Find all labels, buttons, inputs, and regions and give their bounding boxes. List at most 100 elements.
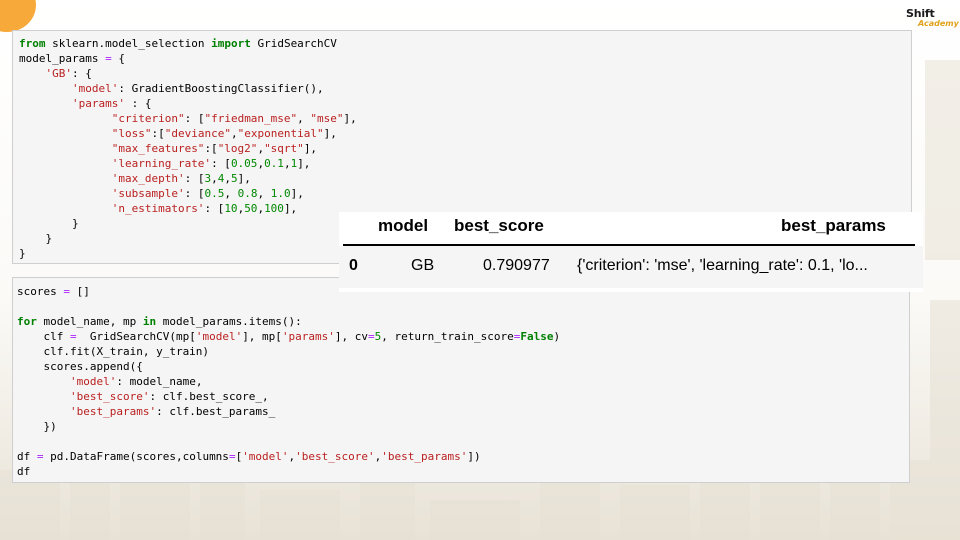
code-token: "criterion" [111, 112, 185, 125]
code-token: ], [343, 112, 357, 125]
code-token: GridSearchCV(mp[ [76, 330, 196, 343]
code-token: 1.0 [270, 187, 291, 200]
code-token: = [63, 285, 70, 298]
code-token: : GradientBoostingClassifier(), [118, 82, 324, 95]
code-token: for [17, 315, 37, 328]
code-line: for model_name, mp in model_params.items… [17, 314, 909, 329]
code-token: "friedman_mse" [204, 112, 298, 125]
column-header-best-score: best_score [454, 216, 544, 235]
code-line: 'best_score': clf.best_score_, [17, 389, 909, 404]
code-token: , [224, 187, 238, 200]
code-token: : { [72, 67, 92, 80]
code-token: : [ [204, 202, 225, 215]
code-token: 'params' [71, 97, 125, 110]
code-token: : [ [184, 187, 205, 200]
code-token: GridSearchCV [250, 37, 337, 50]
code-line: 'model': model_name, [17, 374, 909, 389]
code-line: "max_features":["log2","sqrt"], [19, 141, 911, 156]
dataframe-header: model best_score best_params [339, 212, 923, 245]
code-token: clf [17, 330, 70, 343]
code-token: clf.fit(X_train, y_train) [17, 345, 210, 358]
row-index: 0 [349, 257, 358, 274]
code-token: model_params.items(): [156, 315, 302, 328]
code-token: 10 [224, 202, 238, 215]
code-token: model_params [19, 52, 106, 65]
code-token: 'GB' [45, 67, 73, 80]
code-token: from [19, 37, 46, 50]
code-token: , [230, 127, 238, 140]
code-token: : { [124, 97, 152, 110]
code-token: 'learning_rate' [111, 157, 212, 170]
code-token: 0.5 [204, 187, 225, 200]
code-token: : model_name, [116, 375, 203, 388]
code-line: 'model': GradientBoostingClassifier(), [19, 81, 911, 96]
code-cell-grid-search[interactable]: scores = [] for model_name, mp in model_p… [12, 277, 910, 483]
code-token: 100 [264, 202, 284, 215]
code-token: = [69, 330, 77, 343]
code-token: ], [297, 157, 311, 170]
code-token: 'best_score' [69, 390, 150, 403]
shift-academy-logo: Shift Academy [906, 8, 959, 30]
code-line: clf.fit(X_train, y_train) [17, 344, 909, 359]
code-token: "log2" [217, 142, 258, 155]
code-token: ], [323, 127, 337, 140]
code-token: = [105, 52, 112, 65]
code-token: 5 [230, 172, 238, 185]
code-token: : [ [184, 172, 205, 185]
code-token: model_name, mp [36, 315, 143, 328]
code-token: 'model' [242, 450, 289, 463]
code-token: :[ [151, 127, 165, 140]
code-token: ], [283, 202, 298, 215]
code-token: scores.append({ [17, 360, 143, 373]
code-token: } [19, 217, 79, 230]
code-token: 'model' [69, 375, 117, 388]
code-token: df [17, 465, 31, 478]
code-line: clf = GridSearchCV(mp['model'], mp['para… [17, 329, 909, 344]
column-header-best-params: best_params [781, 216, 886, 235]
code-token: False [520, 330, 554, 343]
code-token: import [211, 37, 251, 50]
code-token: , [257, 187, 271, 200]
code-token: = [368, 330, 375, 343]
code-line: df [17, 464, 909, 479]
code-token: : [ [184, 112, 205, 125]
code-token: } [19, 232, 53, 245]
code-token: : [ [211, 157, 231, 170]
code-token: scores [17, 285, 64, 298]
code-line: scores.append({ [17, 359, 909, 374]
code-line: }) [17, 419, 909, 434]
code-token: , [283, 157, 291, 170]
code-line: from sklearn.model_selection import Grid… [19, 36, 911, 51]
code-token: sklearn.model_selection [45, 37, 212, 50]
code-token: : clf.best_params_ [156, 405, 276, 418]
code-token: 50 [244, 202, 258, 215]
code-token: "deviance" [164, 127, 231, 140]
code-token: = [228, 450, 236, 463]
code-token: 'n_estimators' [111, 202, 205, 215]
code-token: }) [17, 420, 57, 433]
code-token: ], [303, 142, 318, 155]
code-token: 'subsample' [111, 187, 185, 200]
code-token: ], [290, 187, 304, 200]
code-token: "sqrt" [264, 142, 304, 155]
logo-text-academy: Academy [918, 19, 959, 28]
code-token: , [224, 172, 231, 185]
code-token: "max_features" [111, 142, 205, 155]
code-token: 'best_params' [381, 450, 468, 463]
code-token: 'best_params' [69, 405, 157, 418]
code-token: , [297, 112, 311, 125]
code-token: 0.1 [264, 157, 284, 170]
code-token: , return_train_score [381, 330, 514, 343]
